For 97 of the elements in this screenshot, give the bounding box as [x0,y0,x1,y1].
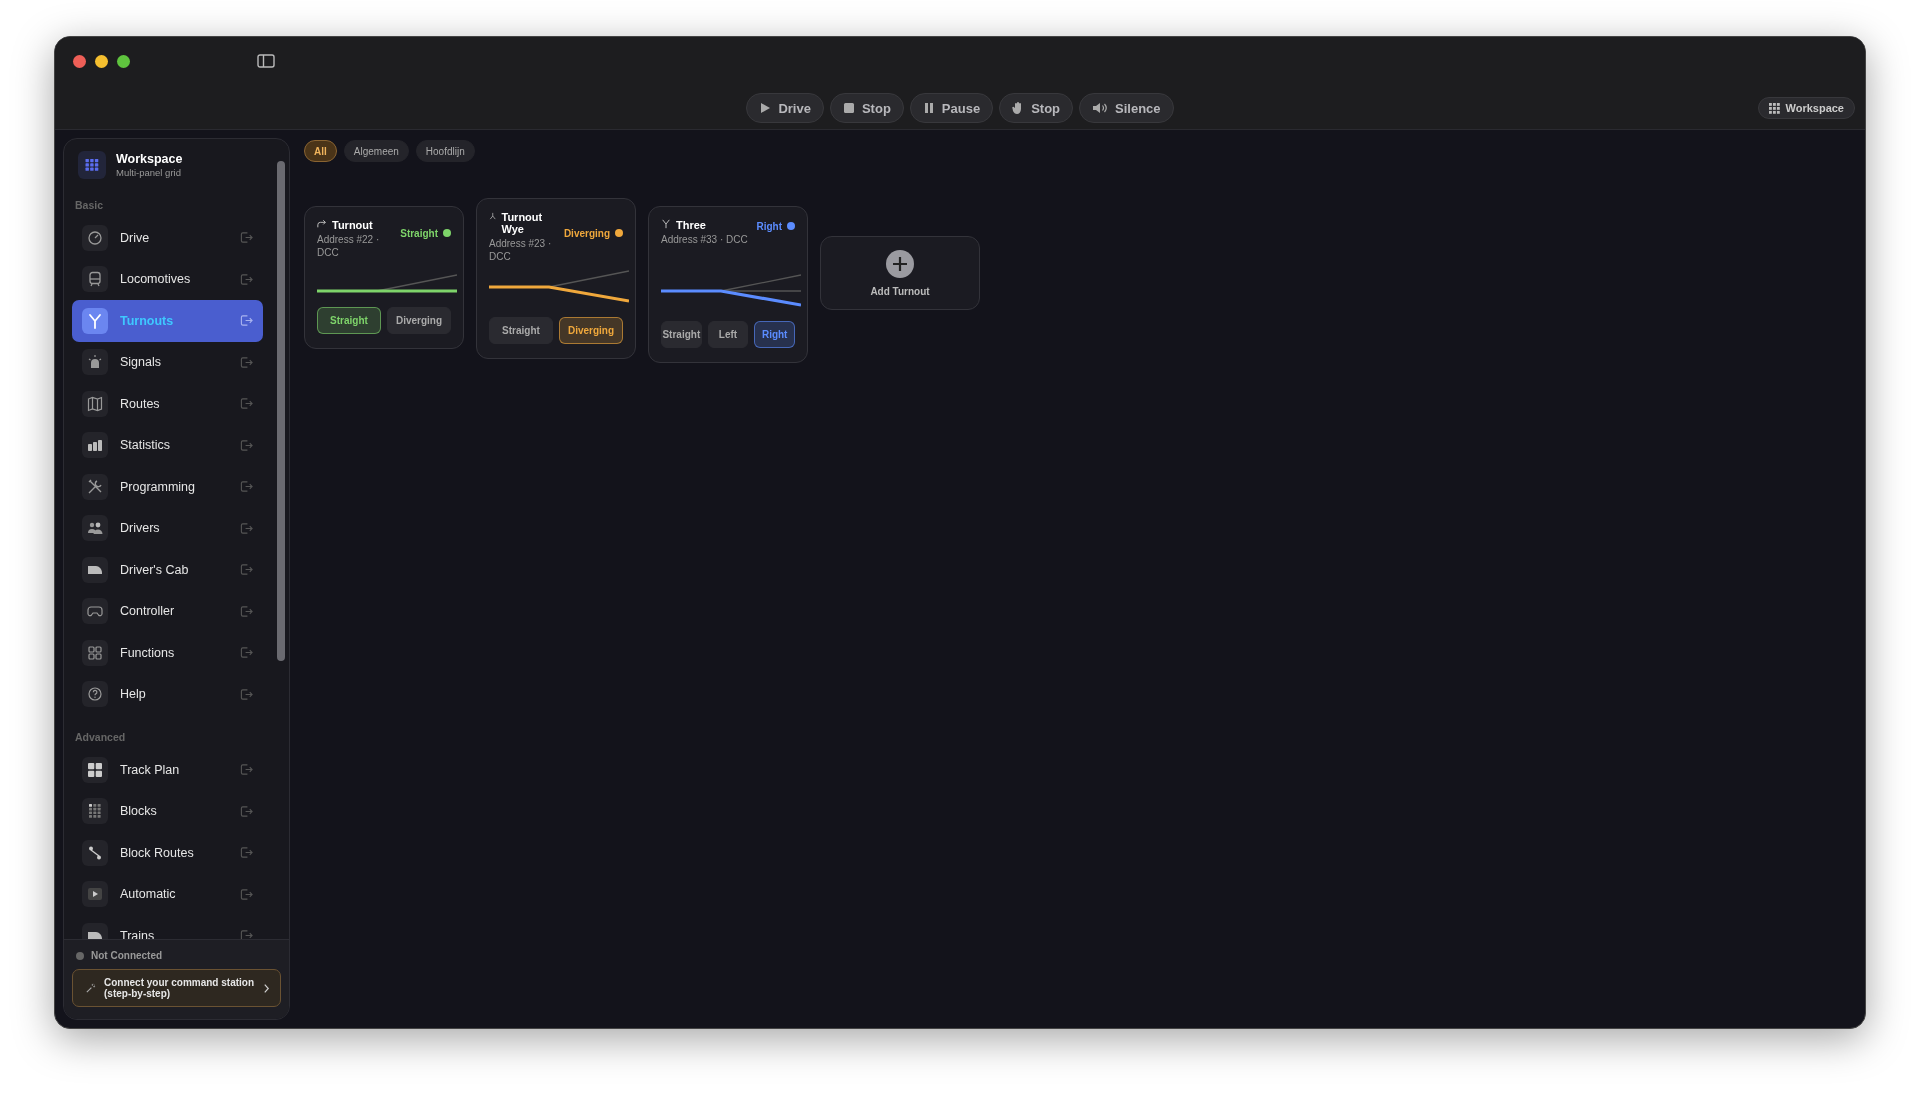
turnout-address: Address #33 · DCC [661,234,749,247]
filter-chip[interactable]: All [304,140,337,162]
open-window-icon[interactable] [240,231,253,245]
workspace-subtitle: Multi-panel grid [116,167,182,178]
help-icon [82,681,108,708]
sidebar-item[interactable]: Routes [72,383,263,425]
gauge-icon [82,224,108,251]
section-heading: Basic [74,198,105,213]
minimize-button[interactable] [95,55,108,68]
sidebar-item[interactable]: Drivers [72,507,263,549]
turnout-state: Right [756,220,782,232]
sidebar-item[interactable]: Help [72,673,263,715]
gamepad-icon [82,598,108,625]
turnout-address: Address #22 · DCC [317,234,381,259]
sidebar-toggle-icon[interactable] [257,54,275,68]
position-button[interactable]: Straight [661,321,702,348]
open-window-icon[interactable] [240,687,253,701]
position-button[interactable]: Diverging [387,307,451,334]
filter-chip[interactable]: Algemeen [343,140,409,162]
open-window-icon[interactable] [240,804,253,818]
turnout-name: Turnout Wye [501,211,544,235]
section-heading: Advanced [74,730,127,745]
fork-icon [489,211,497,221]
open-window-icon[interactable] [240,604,253,618]
position-button[interactable]: Diverging [559,317,623,344]
toolbar-button[interactable]: Drive [746,93,824,123]
open-window-icon[interactable] [240,480,253,494]
grid-icon [1768,102,1780,114]
pause-icon [922,102,935,114]
play-icon [759,102,772,114]
sidebar-item[interactable]: Controller [72,590,263,632]
plus-icon [886,249,914,278]
workspace-title: Workspace [116,152,183,166]
open-window-icon[interactable] [240,846,253,860]
add-turnout-button[interactable]: Add Turnout [820,236,980,310]
scrollbar-thumb[interactable] [277,161,285,661]
curved-arrow-icon [317,219,327,229]
sidebar-item[interactable]: Block Routes [72,832,263,874]
sidebar-item[interactable]: Track Plan [72,749,263,791]
open-window-icon[interactable] [240,272,253,286]
bars-icon [82,432,108,459]
train-icon [82,266,108,293]
sidebar-item[interactable]: Functions [72,632,263,674]
toolbar-button[interactable]: Silence [1079,93,1174,123]
speaker-icon [1092,102,1109,114]
connection-status: Not Connected [91,950,163,961]
open-window-icon[interactable] [240,397,253,411]
turnout-state: Straight [400,227,438,239]
chevron-right-icon [263,982,270,994]
route-icon [82,839,108,866]
workspace-button[interactable]: Workspace [1757,97,1855,119]
beacon-icon [82,349,108,376]
position-button[interactable]: Right [754,321,795,348]
open-window-icon[interactable] [240,763,253,777]
sidebar-item[interactable]: Automatic [72,873,263,915]
filter-chip[interactable]: Hoofdlijn [415,140,475,162]
toolbar-button[interactable]: Stop [829,93,904,123]
position-button[interactable]: Straight [489,317,553,344]
grid4-icon [82,639,108,666]
position-button[interactable]: Left [707,321,749,348]
cab-icon [82,556,108,583]
sidebar-item[interactable]: Programming [72,466,263,508]
sidebar-item[interactable]: Locomotives [72,258,263,300]
position-button[interactable]: Straight [317,307,381,334]
tools-icon [82,473,108,500]
stop-icon [842,102,855,114]
dots-icon [82,798,108,825]
open-window-icon[interactable] [240,887,253,901]
people-icon [82,515,108,542]
map-icon [82,390,108,417]
fork-icon [661,219,671,229]
open-window-icon[interactable] [240,646,253,660]
close-button[interactable] [73,55,86,68]
toolbar-button[interactable]: Stop [999,93,1074,123]
sidebar-item[interactable]: Drive [72,217,263,259]
tiles-icon [82,756,108,783]
open-window-icon[interactable] [240,521,253,535]
turnout-address: Address #23 · DCC [489,238,553,263]
open-window-icon[interactable] [240,563,253,577]
sidebar-item[interactable]: Blocks [72,790,263,832]
open-window-icon[interactable] [240,314,253,328]
sidebar-item[interactable]: Signals [72,341,263,383]
zoom-button[interactable] [117,55,130,68]
open-window-icon[interactable] [240,929,253,939]
open-window-icon[interactable] [240,438,253,452]
wand-icon [85,982,96,994]
open-window-icon[interactable] [240,355,253,369]
grid-icon [78,151,106,179]
fork-icon [82,307,108,334]
turnout-state: Diverging [563,227,610,239]
toolbar-button[interactable]: Pause [909,93,994,123]
connect-button[interactable]: Connect your command station (step-by-step) [72,969,281,1007]
turnout-name: Turnout [332,219,373,231]
sidebar-item[interactable]: Statistics [72,424,263,466]
playbox-icon [82,881,108,908]
turnout-name: Three [676,219,706,231]
sidebar-item[interactable]: Driver's Cab [72,549,263,591]
